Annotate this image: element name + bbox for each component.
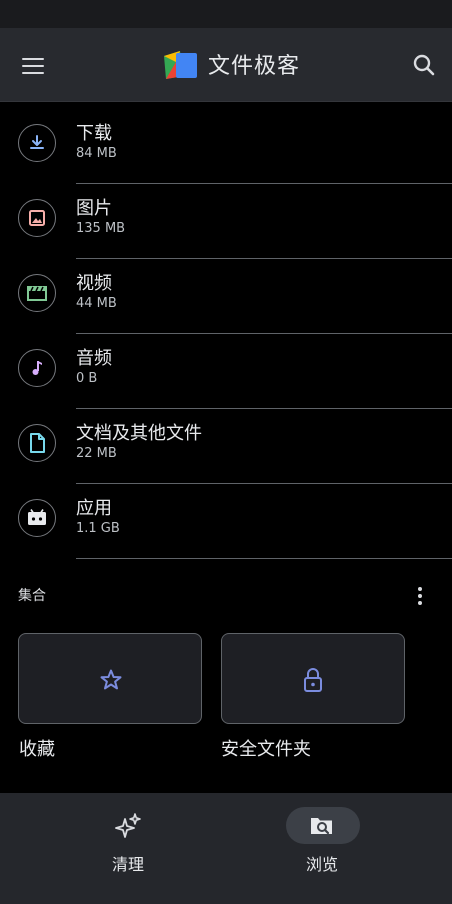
collections-more-button[interactable] xyxy=(406,582,434,610)
status-bar xyxy=(0,0,452,28)
category-item-documents[interactable]: 文档及其他文件 22 MB xyxy=(0,409,452,484)
category-size: 84 MB xyxy=(76,146,117,161)
category-name: 音频 xyxy=(76,348,112,369)
nav-browse[interactable]: 浏览 xyxy=(272,807,392,877)
music-icon xyxy=(18,349,56,387)
bottom-navigation: 清理 浏览 xyxy=(0,793,452,904)
category-item-audio[interactable]: 音频 0 B xyxy=(0,334,452,409)
image-icon xyxy=(18,199,56,237)
category-item-apps[interactable]: 应用 1.1 GB xyxy=(0,484,452,559)
collections-heading: 集合 xyxy=(18,588,46,604)
category-item-downloads[interactable]: 下载 84 MB xyxy=(0,109,452,184)
lock-icon xyxy=(304,668,322,692)
category-name: 应用 xyxy=(76,498,112,519)
divider xyxy=(76,558,452,559)
category-item-images[interactable]: 图片 135 MB xyxy=(0,184,452,259)
safe-folder-card[interactable] xyxy=(221,633,405,724)
top-app-bar: 文件极客 xyxy=(0,28,452,102)
browse-icon xyxy=(308,813,336,839)
category-item-videos[interactable]: 视频 44 MB xyxy=(0,259,452,334)
nav-browse-label: 浏览 xyxy=(305,855,338,874)
android-icon xyxy=(18,499,56,537)
search-button[interactable] xyxy=(406,48,442,84)
category-size: 1.1 GB xyxy=(76,521,120,536)
safe-folder-label: 安全文件夹 xyxy=(221,739,311,760)
category-size: 44 MB xyxy=(76,296,117,311)
category-name: 下载 xyxy=(76,123,112,144)
nav-clean[interactable]: 清理 xyxy=(78,807,198,877)
category-name: 视频 xyxy=(76,273,112,294)
document-icon xyxy=(18,424,56,462)
app-title: 文件极客 xyxy=(208,54,301,79)
category-size: 22 MB xyxy=(76,446,117,461)
menu-button[interactable] xyxy=(12,52,52,80)
favorites-label: 收藏 xyxy=(19,739,55,760)
video-icon xyxy=(18,274,56,312)
favorites-card[interactable] xyxy=(18,633,202,724)
download-icon xyxy=(18,124,56,162)
nav-clean-label: 清理 xyxy=(111,855,144,874)
files-logo-icon xyxy=(162,50,198,80)
sparkle-icon xyxy=(114,813,142,839)
category-size: 0 B xyxy=(76,371,98,386)
search-icon xyxy=(413,54,435,76)
category-size: 135 MB xyxy=(76,221,126,236)
category-name: 文档及其他文件 xyxy=(76,423,202,444)
star-icon xyxy=(100,669,122,690)
category-name: 图片 xyxy=(76,198,112,219)
